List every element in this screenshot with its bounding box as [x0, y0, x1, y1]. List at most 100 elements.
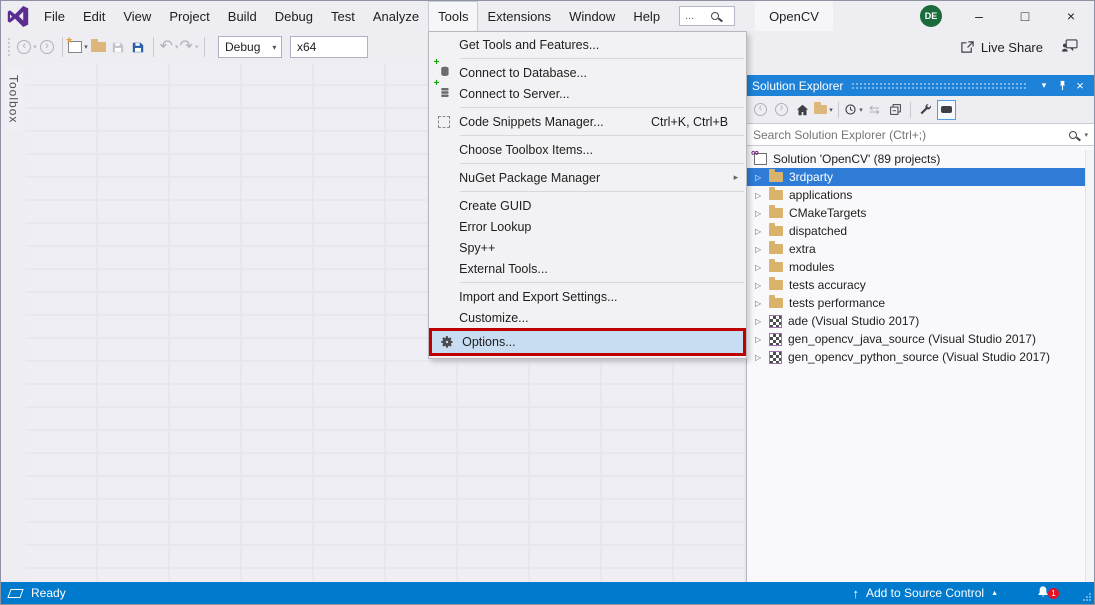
se-properties-button[interactable] — [916, 100, 935, 120]
solution-configuration-dropdown[interactable]: Debug ▾ — [218, 36, 282, 58]
tree-item[interactable]: ▷ ade (Visual Studio 2017) — [747, 312, 1085, 330]
tree-item[interactable]: ▷ modules — [747, 258, 1085, 276]
platform-value: x64 — [297, 40, 316, 54]
navigate-back-button[interactable]: ‹ ▾ — [17, 35, 37, 59]
menu-item-get-tools-and-features[interactable]: Get Tools and Features... — [429, 34, 746, 55]
quick-launch-input[interactable] — [685, 10, 711, 22]
redo-button[interactable]: ↷ ▾ — [179, 35, 199, 59]
window-position-button[interactable]: ▾ — [1035, 80, 1053, 91]
cpp-project-icon — [769, 333, 782, 346]
feedback-button[interactable] — [1061, 39, 1078, 56]
menu-item-nuget-package-manager[interactable]: NuGet Package Manager ▸ — [429, 167, 746, 188]
chevron-right-icon[interactable]: ▷ — [755, 263, 769, 272]
menu-edit[interactable]: Edit — [74, 1, 114, 31]
tree-item[interactable]: ▷ CMakeTargets — [747, 204, 1085, 222]
save-all-button[interactable] — [128, 35, 148, 59]
se-home-button[interactable] — [793, 100, 812, 120]
menu-view[interactable]: View — [114, 1, 160, 31]
menu-item-external-tools[interactable]: External Tools... — [429, 258, 746, 279]
chevron-right-icon[interactable]: ▷ — [755, 299, 769, 308]
menu-item-error-lookup[interactable]: Error Lookup — [429, 216, 746, 237]
vs-window: File Edit View Project Build Debug Test … — [0, 0, 1095, 605]
new-project-button[interactable]: ▾ — [68, 35, 88, 59]
solution-explorer-search[interactable]: ▾ — [747, 123, 1094, 146]
menu-tools[interactable]: Tools — [428, 1, 478, 31]
solution-explorer-search-input[interactable] — [753, 128, 1069, 142]
close-button[interactable]: × — [1048, 1, 1094, 31]
minimize-button[interactable]: – — [956, 1, 1002, 31]
chevron-right-icon[interactable]: ▷ — [755, 335, 769, 344]
chevron-right-icon[interactable]: ▷ — [755, 191, 769, 200]
chevron-right-icon[interactable]: ▷ — [755, 245, 769, 254]
menu-extensions[interactable]: Extensions — [478, 1, 560, 31]
se-preview-selected-items-button[interactable] — [937, 100, 956, 120]
chevron-right-icon[interactable]: ▷ — [755, 227, 769, 236]
maximize-button[interactable]: □ — [1002, 1, 1048, 31]
menu-project[interactable]: Project — [160, 1, 218, 31]
tree-item[interactable]: ▷ tests accuracy — [747, 276, 1085, 294]
menu-debug[interactable]: Debug — [266, 1, 322, 31]
titlebar-spacer — [833, 1, 920, 31]
undo-icon: ↶ — [160, 39, 173, 55]
tree-item[interactable]: ▷ dispatched — [747, 222, 1085, 240]
menu-item-spy-plus-plus[interactable]: Spy++ — [429, 237, 746, 258]
solution-platform-dropdown[interactable]: x64 — [290, 36, 368, 58]
se-collapse-all-button[interactable] — [886, 100, 905, 120]
menu-item-options[interactable]: Options... — [429, 328, 746, 356]
se-sync-button[interactable]: ⇆ — [865, 100, 884, 120]
menu-analyze[interactable]: Analyze — [364, 1, 428, 31]
chevron-right-icon[interactable]: ▷ — [755, 317, 769, 326]
se-pending-changes-filter-button[interactable]: ▾ — [844, 100, 863, 120]
menu-file[interactable]: File — [35, 1, 74, 31]
menu-item-code-snippets-manager[interactable]: Code Snippets Manager... Ctrl+K, Ctrl+B — [429, 111, 746, 132]
tree-item[interactable]: ▷ tests performance — [747, 294, 1085, 312]
tree-item-solution[interactable]: Solution 'OpenCV' (89 projects) — [747, 150, 1085, 168]
tree-item[interactable]: ▷ gen_opencv_python_source (Visual Studi… — [747, 348, 1085, 366]
up-arrow-icon: ↑ — [852, 586, 859, 601]
titlebar-drag-texture[interactable] — [851, 82, 1027, 91]
menu-item-import-export-settings[interactable]: Import and Export Settings... — [429, 286, 746, 307]
quick-launch-search[interactable] — [679, 6, 735, 26]
pin-icon[interactable] — [1053, 80, 1071, 91]
chevron-right-icon[interactable]: ▷ — [755, 353, 769, 362]
chevron-right-icon[interactable]: ▷ — [755, 173, 769, 182]
tree-item[interactable]: ▷ 3rdparty — [747, 168, 1085, 186]
se-switch-views-button[interactable]: ▾ — [814, 100, 833, 120]
navigate-forward-button[interactable]: › — [37, 35, 57, 59]
add-to-source-control-button[interactable]: ↑ Add to Source Control ▲ — [852, 586, 998, 601]
live-share-button[interactable]: Live Share — [960, 40, 1043, 55]
account-avatar[interactable]: DE — [920, 5, 942, 27]
forward-icon: › — [40, 40, 54, 54]
menu-help[interactable]: Help — [624, 1, 669, 31]
tree-item[interactable]: ▷ gen_opencv_java_source (Visual Studio … — [747, 330, 1085, 348]
resize-grip[interactable] — [1082, 592, 1092, 602]
left-tab-strip: Toolbox — [1, 63, 26, 582]
tree-item[interactable]: ▷ extra — [747, 240, 1085, 258]
close-panel-button[interactable]: × — [1071, 78, 1089, 93]
vertical-scrollbar[interactable] — [1085, 150, 1094, 582]
notifications-button[interactable]: 1 — [1036, 585, 1050, 602]
menu-item-create-guid[interactable]: Create GUID — [429, 195, 746, 216]
undo-button[interactable]: ↶ ▾ — [159, 35, 179, 59]
folder-icon — [769, 280, 783, 290]
chevron-right-icon[interactable]: ▷ — [755, 281, 769, 290]
solution-explorer-titlebar[interactable]: Solution Explorer ▾ × — [747, 75, 1094, 96]
menu-item-choose-toolbox-items[interactable]: Choose Toolbox Items... — [429, 139, 746, 160]
redo-icon: ↷ — [180, 39, 193, 55]
toolbar-grip[interactable] — [7, 37, 11, 57]
tree-item-label: gen_opencv_python_source (Visual Studio … — [788, 350, 1050, 364]
menu-item-connect-to-server[interactable]: Connect to Server... — [429, 83, 746, 104]
menu-item-customize[interactable]: Customize... — [429, 307, 746, 328]
save-button[interactable] — [108, 35, 128, 59]
tree-item-label: Solution 'OpenCV' (89 projects) — [773, 152, 940, 166]
se-forward-button[interactable]: › — [772, 100, 791, 120]
tree-item[interactable]: ▷ applications — [747, 186, 1085, 204]
menu-item-connect-to-database[interactable]: Connect to Database... — [429, 62, 746, 83]
menu-build[interactable]: Build — [219, 1, 266, 31]
se-back-button[interactable]: ‹ — [751, 100, 770, 120]
menu-window[interactable]: Window — [560, 1, 624, 31]
chevron-right-icon[interactable]: ▷ — [755, 209, 769, 218]
menu-test[interactable]: Test — [322, 1, 364, 31]
open-file-button[interactable] — [88, 35, 108, 59]
toolbox-tab[interactable]: Toolbox — [5, 67, 23, 131]
